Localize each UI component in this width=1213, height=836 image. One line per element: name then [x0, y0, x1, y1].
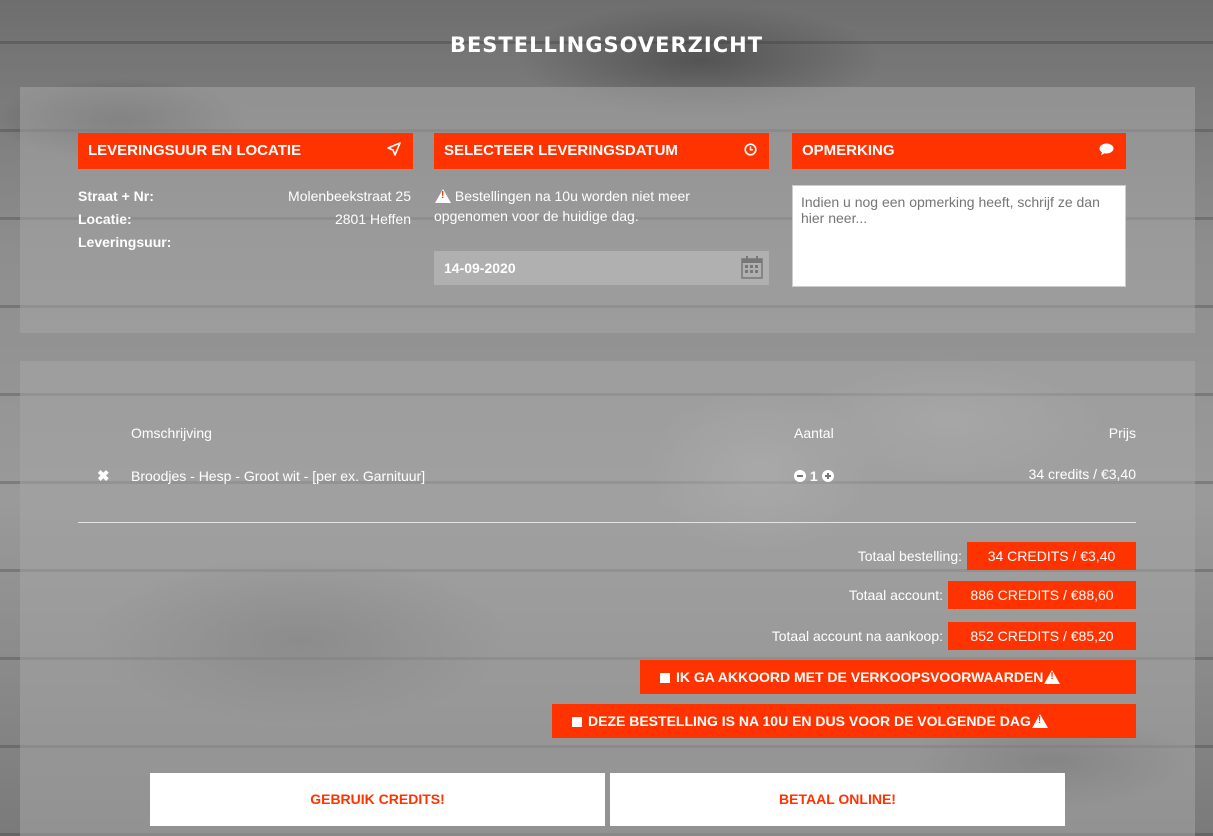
checkbox-icon[interactable] [572, 717, 582, 727]
divider [78, 522, 1136, 523]
date-notice-text: Bestellingen na 10u worden niet meer opg… [434, 188, 690, 224]
total-order-badge: 34 CREDITS / €3,40 [967, 542, 1136, 570]
street-label: Straat + Nr: [78, 188, 154, 204]
quantity-stepper: 1 [794, 468, 834, 484]
page-title: BESTELLINGSOVERZICHT [449, 33, 764, 57]
next-day-label: DEZE BESTELLING IS NA 10U EN DUS VOOR DE… [588, 713, 1031, 729]
total-account-label: Totaal account: [848, 587, 943, 603]
item-price: 34 credits / €3,40 [1028, 466, 1136, 482]
checkbox-icon[interactable] [660, 673, 670, 683]
minus-icon[interactable] [794, 470, 806, 482]
total-order-label: Totaal bestelling: [857, 548, 962, 564]
location-label: Locatie: [78, 211, 132, 227]
warning-icon [1031, 714, 1048, 728]
calendar-icon[interactable] [741, 255, 763, 279]
delivery-header-label: LEVERINGSUUR EN LOCATIE [88, 142, 302, 159]
date-notice: Bestellingen na 10u worden niet meer opg… [434, 186, 754, 226]
terms-checkbox[interactable]: IK GA AKKOORD MET DE VERKOOPSVOORWAARDEN [640, 660, 1136, 694]
clock-icon [744, 133, 757, 169]
item-quantity: 1 [809, 468, 818, 484]
total-after-badge: 852 CREDITS / €85,20 [948, 622, 1136, 650]
delivery-date-value: 14-09-2020 [444, 260, 516, 276]
next-day-checkbox[interactable]: DEZE BESTELLING IS NA 10U EN DUS VOOR DE… [552, 704, 1136, 738]
plus-icon[interactable] [821, 470, 834, 482]
warning-icon [435, 189, 451, 203]
warning-icon [1044, 670, 1061, 684]
date-header: SELECTEER LEVERINGSDATUM [434, 133, 769, 169]
total-account-badge: 886 CREDITS / €88,60 [948, 581, 1136, 609]
column-quantity: Aantal [794, 425, 834, 441]
remark-header: OPMERKING [792, 133, 1126, 169]
delivery-date-input[interactable]: 14-09-2020 [434, 251, 769, 285]
delivery-header: LEVERINGSUUR EN LOCATIE [78, 133, 413, 169]
date-header-label: SELECTEER LEVERINGSDATUM [444, 142, 678, 159]
delivery-time-label: Leveringsuur: [78, 234, 172, 250]
street-value: Molenbeekstraat 25 [288, 188, 411, 204]
send-icon [387, 133, 401, 169]
column-description: Omschrijving [131, 425, 212, 441]
comment-icon [1099, 133, 1114, 169]
terms-label: IK GA AKKOORD MET DE VERKOOPSVOORWAARDEN [676, 669, 1044, 685]
item-description: Broodjes - Hesp - Groot wit - [per ex. G… [131, 468, 426, 484]
location-value: 2801 Heffen [334, 211, 411, 227]
use-credits-button[interactable]: GEBRUIK CREDITS! [150, 773, 605, 826]
remove-item-icon[interactable]: ✖ [97, 467, 110, 485]
remark-textarea[interactable] [792, 185, 1126, 287]
total-after-label: Totaal account na aankoop: [771, 628, 943, 644]
pay-online-button[interactable]: BETAAL ONLINE! [610, 773, 1065, 826]
remark-header-label: OPMERKING [802, 142, 895, 159]
column-price: Prijs [1108, 425, 1136, 441]
